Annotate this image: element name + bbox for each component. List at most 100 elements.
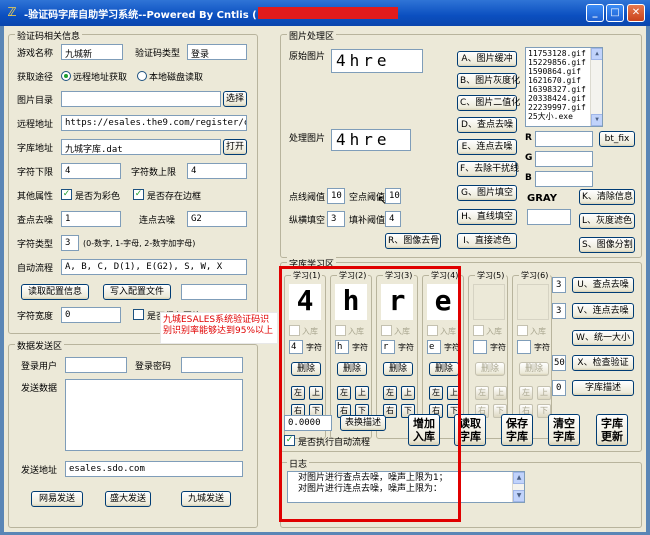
move-up-button[interactable]: 上 [537, 386, 551, 400]
game-name-label: 游戏名称 [17, 49, 54, 59]
scroll-up-icon[interactable]: ▲ [513, 472, 524, 484]
captcha-info-group: 验证码相关信息 游戏名称 九城新 验证码类型 登录 获取途径 远程地址获取 本地… [8, 29, 258, 334]
local-fetch-label: 本地磁盘读取 [149, 73, 204, 83]
delete-button[interactable]: 删除 [475, 362, 505, 376]
code-type-input[interactable]: 登录 [187, 44, 247, 60]
clear-lib-button[interactable]: 清空字库 [548, 414, 580, 446]
login-user-input[interactable] [65, 357, 127, 373]
u-value-input[interactable]: 3 [552, 277, 566, 293]
img-btn-i[interactable]: I、直接滤色 [457, 233, 517, 249]
remote-fetch-label: 远程地址获取 [73, 73, 128, 83]
remove-image-button[interactable]: R、图像去骨 [385, 233, 441, 249]
u-denoise-button[interactable]: U、查点去噪 [572, 277, 634, 293]
read-config-button[interactable]: 读取配置信息 [21, 284, 89, 300]
move-up-button[interactable]: 上 [493, 386, 507, 400]
img-btn-d[interactable]: D、查点去噪 [457, 117, 517, 133]
delete-button[interactable]: 删除 [519, 362, 549, 376]
char-max-label: 字符数上限 [131, 168, 177, 178]
log-scrollbar[interactable]: ▲ ▼ [512, 472, 524, 502]
x-check-button[interactable]: X、检查验证 [572, 355, 634, 371]
img-btn-b[interactable]: B、图片灰度化 [457, 73, 520, 89]
send-data-input[interactable] [65, 379, 243, 451]
processed-image: 4hre [331, 129, 411, 151]
title-bar: ℤ -验证码字库自助学习系统--Powered By Cntlis ( _ □ … [0, 0, 650, 26]
write-config-button[interactable]: 写入配置文件 [103, 284, 171, 300]
image-dir-input[interactable] [61, 91, 221, 107]
maximize-button[interactable]: □ [606, 4, 624, 22]
slot-title: 学习(5) [475, 270, 507, 281]
b-label: B [525, 173, 532, 183]
image-split-button[interactable]: S、图像分割 [579, 237, 635, 253]
space-threshold-input[interactable]: 10 [385, 188, 401, 204]
app-icon: ℤ [7, 5, 17, 19]
bt-fix-button[interactable]: bt_fix [599, 131, 635, 147]
slot-char-input[interactable] [517, 340, 531, 354]
char-min-input[interactable]: 4 [61, 163, 121, 179]
img-btn-a[interactable]: A、图片缓冲 [457, 51, 517, 67]
x-value-input[interactable]: 500 [552, 355, 566, 371]
vfill-input[interactable]: 3 [327, 211, 345, 227]
original-image-label: 原始图片 [289, 52, 326, 62]
r-input[interactable] [535, 131, 593, 147]
char-type-input[interactable]: 3 [61, 235, 79, 251]
minimize-button[interactable]: _ [586, 4, 604, 22]
close-button[interactable]: ✕ [627, 4, 645, 22]
char-width-input[interactable]: 0 [61, 307, 121, 323]
in-lib-label: 入库 [530, 327, 546, 336]
send-addr-input[interactable]: esales.sdo.com [65, 461, 243, 477]
w-unify-size-button[interactable]: W、统一大小 [572, 330, 634, 346]
file-list-scrollbar[interactable]: ▲ ▼ [590, 48, 602, 126]
auto-flow-input[interactable]: A, B, C, D(1), E(G2), S, W, X [61, 259, 247, 275]
b-input[interactable] [535, 171, 593, 187]
is-color-checkbox[interactable]: ✓ [61, 189, 72, 200]
move-left-button[interactable]: 左 [519, 386, 533, 400]
slot-char-input[interactable] [473, 340, 487, 354]
point-threshold-input[interactable]: 10 [327, 188, 345, 204]
char-label: 字符 [534, 343, 550, 352]
gray-filter-button[interactable]: L、灰度滤色 [579, 213, 635, 229]
image-processing-group: 图片处理区 原始图片 4hre 处理图片 4hre A、图片缓冲 B、图片灰度化… [280, 29, 642, 258]
netease-send-button[interactable]: 网易发送 [31, 491, 83, 507]
v-value-input[interactable]: 3 [552, 303, 566, 319]
save-lib-button[interactable]: 保存字库 [501, 414, 533, 446]
local-fetch-radio[interactable] [137, 71, 147, 81]
in-lib-checkbox[interactable] [473, 325, 484, 336]
connect-denoise-input[interactable]: G2 [187, 211, 247, 227]
remote-addr-input[interactable]: https://esales.the9.com/register/checkre [61, 115, 247, 131]
fill-threshold-input[interactable]: 4 [385, 211, 401, 227]
move-left-button[interactable]: 左 [475, 386, 489, 400]
denoise-input[interactable]: 1 [61, 211, 121, 227]
char-max-input[interactable]: 4 [187, 163, 247, 179]
v-denoise-button[interactable]: V、连点去噪 [572, 303, 634, 319]
desc-value-input[interactable]: 0 [552, 380, 566, 396]
img-btn-c[interactable]: C、图片二值化 [457, 95, 520, 111]
is-color-label: 是否为彩色 [75, 192, 121, 202]
g-input[interactable] [535, 151, 593, 167]
gray-input[interactable] [527, 209, 571, 225]
font-addr-label: 字库地址 [17, 144, 54, 154]
config-extra-input[interactable] [181, 284, 247, 300]
img-btn-f[interactable]: F、去除干扰线 [457, 161, 519, 177]
in-lib-checkbox[interactable] [517, 325, 528, 336]
img-btn-h[interactable]: H、直线填空 [457, 209, 517, 225]
has-border-checkbox[interactable]: ✓ [133, 189, 144, 200]
login-password-input[interactable] [181, 357, 243, 373]
the9-send-button[interactable]: 九城发送 [181, 491, 231, 507]
file-list[interactable]: 11753128.gif 15229856.gif 1590864.gif 16… [525, 47, 603, 127]
processed-image-label: 处理图片 [289, 134, 326, 144]
img-btn-e[interactable]: E、连点去噪 [457, 139, 517, 155]
scroll-down-icon[interactable]: ▼ [591, 114, 602, 126]
shanda-send-button[interactable]: 盛大发送 [105, 491, 151, 507]
open-button[interactable]: 打开 [223, 139, 247, 155]
remote-fetch-radio[interactable] [61, 71, 71, 81]
img-btn-g[interactable]: G、图片填空 [457, 185, 517, 201]
update-lib-button[interactable]: 字库更新 [596, 414, 628, 446]
save-images-checkbox[interactable] [133, 309, 144, 320]
font-desc-button[interactable]: 字库描述 [572, 380, 634, 396]
game-name-input[interactable]: 九城新 [61, 44, 123, 60]
scroll-up-icon[interactable]: ▲ [591, 48, 602, 60]
scroll-down-icon[interactable]: ▼ [513, 490, 524, 502]
font-addr-input[interactable]: 九城字库.dat [61, 139, 221, 155]
choose-button[interactable]: 选择 [223, 91, 247, 107]
clear-info-button[interactable]: K、清除信息 [579, 189, 635, 205]
